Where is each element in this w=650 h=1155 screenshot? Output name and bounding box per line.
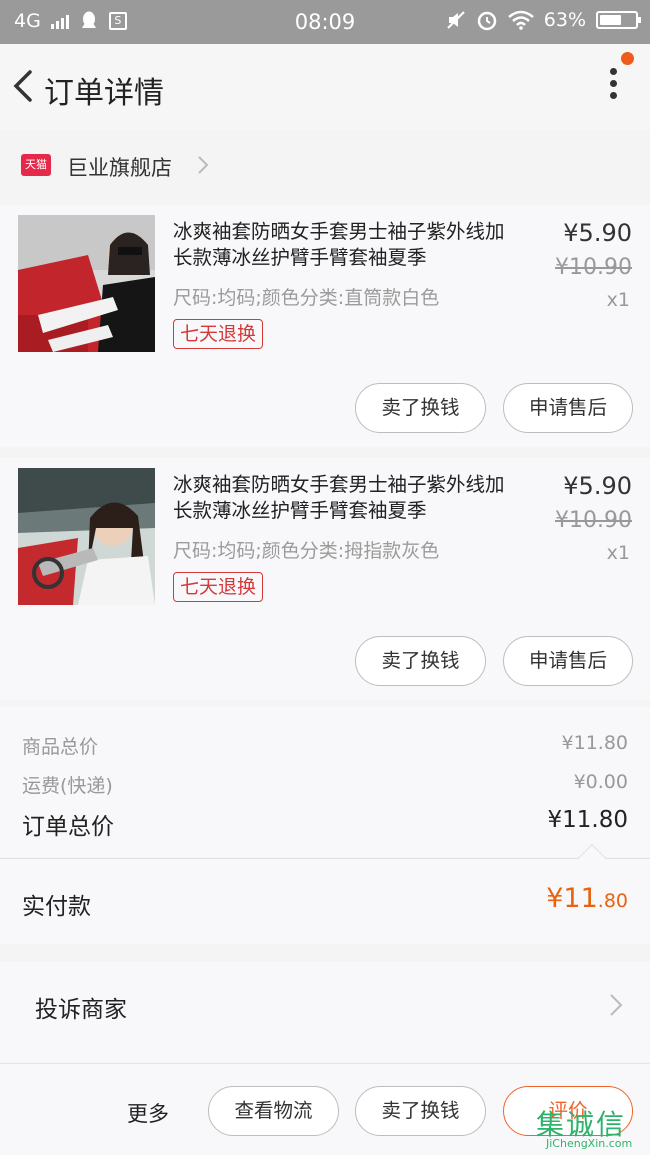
product-quantity: x1	[606, 542, 630, 564]
shop-row[interactable]: 天猫 巨业旗舰店	[0, 140, 650, 192]
product-image[interactable]	[18, 215, 155, 352]
goods-total-value: ¥11.80	[561, 732, 628, 754]
after-sales-button[interactable]: 申请售后	[503, 383, 633, 433]
price-summary: 商品总价 ¥11.80 运费(快递) ¥0.00 订单总价 ¥11.80	[0, 707, 650, 857]
original-price: ¥10.90	[555, 255, 632, 280]
watermark-logo: 集诚信 JiChengXin.com	[536, 1103, 648, 1153]
original-price: ¥10.90	[555, 508, 632, 533]
more-actions-button[interactable]: 更多	[127, 1098, 169, 1128]
more-vertical-icon[interactable]	[606, 68, 620, 108]
back-arrow-icon[interactable]	[8, 66, 40, 106]
product-price: ¥5.90	[563, 472, 632, 500]
product-price: ¥5.90	[563, 219, 632, 247]
paid-integer: 11	[563, 883, 598, 914]
battery-icon	[596, 11, 641, 29]
shipping-label: 运费(快递)	[22, 775, 113, 797]
paid-label: 实付款	[22, 894, 91, 920]
shipping-value: ¥0.00	[573, 771, 628, 793]
product-sku: 尺码:均码;颜色分类:直筒款白色	[173, 287, 440, 309]
chevron-right-icon	[198, 156, 209, 174]
paid-amount-row: 实付款 ¥11.80	[0, 858, 650, 944]
view-logistics-button[interactable]: 查看物流	[208, 1086, 339, 1136]
order-total-value: ¥11.80	[547, 807, 628, 833]
page-title: 订单详情	[44, 76, 164, 111]
complain-label: 投诉商家	[35, 997, 127, 1023]
goods-total-label: 商品总价	[22, 736, 99, 758]
sell-button[interactable]: 卖了换钱	[355, 1086, 486, 1136]
paid-currency: ¥	[546, 883, 564, 914]
chevron-right-icon	[610, 994, 623, 1016]
product-image[interactable]	[18, 468, 155, 605]
tmall-logo: 天猫	[21, 154, 51, 176]
paid-cents: .80	[597, 890, 628, 912]
order-total-label: 订单总价	[22, 814, 114, 840]
product-title[interactable]: 冰爽袖套防晒女手套男士袖子紫外线加长款薄冰丝护臂手臂套袖夏季	[173, 472, 523, 524]
sell-button[interactable]: 卖了换钱	[355, 383, 486, 433]
sell-button[interactable]: 卖了换钱	[355, 636, 486, 686]
watermark-en: JiChengXin.com	[546, 1137, 633, 1150]
complain-row[interactable]: 投诉商家	[0, 962, 650, 1062]
order-item: 冰爽袖套防晒女手套男士袖子紫外线加长款薄冰丝护臂手臂套袖夏季 尺码:均码;颜色分…	[0, 205, 650, 447]
wifi-icon	[507, 10, 534, 30]
mute-icon	[447, 11, 465, 29]
after-sales-button[interactable]: 申请售后	[503, 636, 633, 686]
product-quantity: x1	[606, 289, 630, 311]
return-policy-badge: 七天退换	[173, 319, 264, 349]
return-policy-badge: 七天退换	[173, 572, 264, 602]
notification-dot	[621, 52, 634, 65]
product-sku: 尺码:均码;颜色分类:拇指款灰色	[173, 540, 440, 562]
status-bar: 4G S 08:09 63%	[0, 0, 650, 44]
shop-name: 巨业旗舰店	[67, 156, 172, 180]
title-bar: 订单详情	[0, 44, 650, 130]
alarm-icon	[477, 11, 497, 31]
order-item: 冰爽袖套防晒女手套男士袖子紫外线加长款薄冰丝护臂手臂套袖夏季 尺码:均码;颜色分…	[0, 458, 650, 700]
battery-percent: 63%	[543, 9, 586, 31]
paid-value: ¥11.80	[546, 883, 628, 914]
product-title[interactable]: 冰爽袖套防晒女手套男士袖子紫外线加长款薄冰丝护臂手臂套袖夏季	[173, 219, 523, 271]
